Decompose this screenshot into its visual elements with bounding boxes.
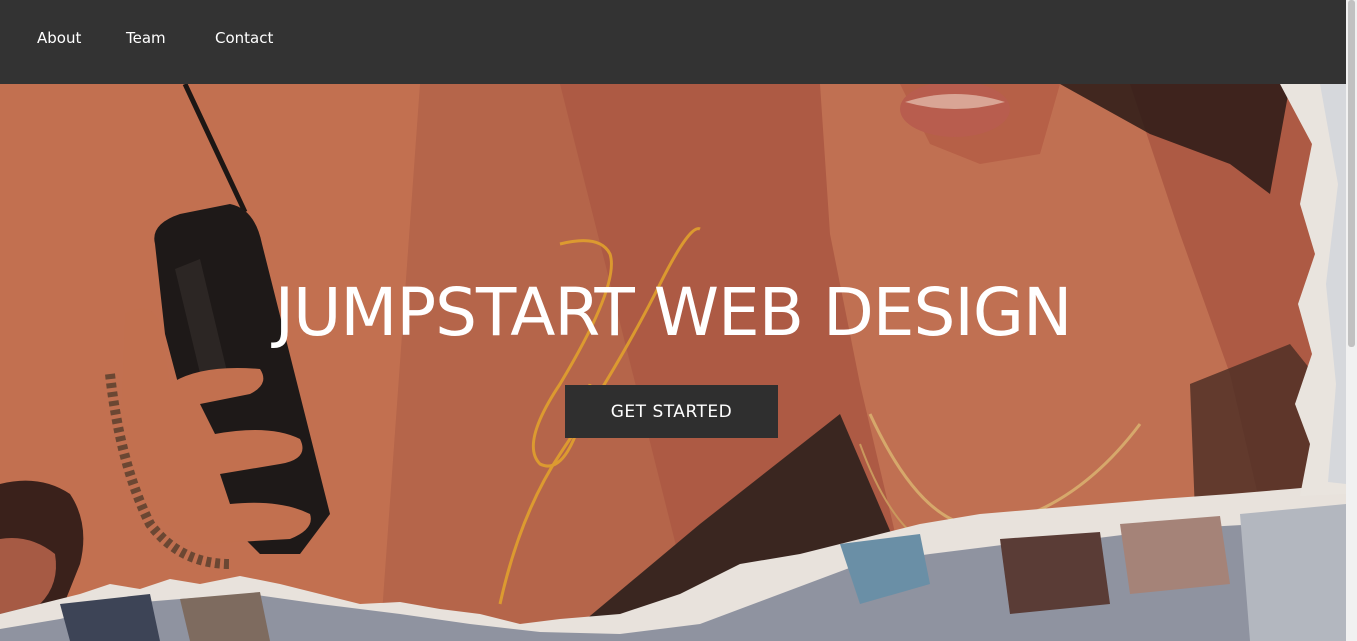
- nav-link-contact[interactable]: Contact: [215, 28, 273, 48]
- hero-background-image: [0, 84, 1346, 641]
- nav-link-team[interactable]: Team: [126, 28, 166, 48]
- get-started-button[interactable]: GET STARTED: [565, 385, 778, 438]
- hero-title: JUMPSTART WEB DESIGN: [274, 274, 1073, 351]
- scrollbar-thumb[interactable]: [1348, 0, 1355, 347]
- top-navbar: About Team Contact: [0, 0, 1346, 84]
- nav-link-about[interactable]: About: [37, 28, 81, 48]
- page-scrollbar[interactable]: [1346, 0, 1357, 641]
- hero-section: JUMPSTART WEB DESIGN GET STARTED: [0, 84, 1346, 641]
